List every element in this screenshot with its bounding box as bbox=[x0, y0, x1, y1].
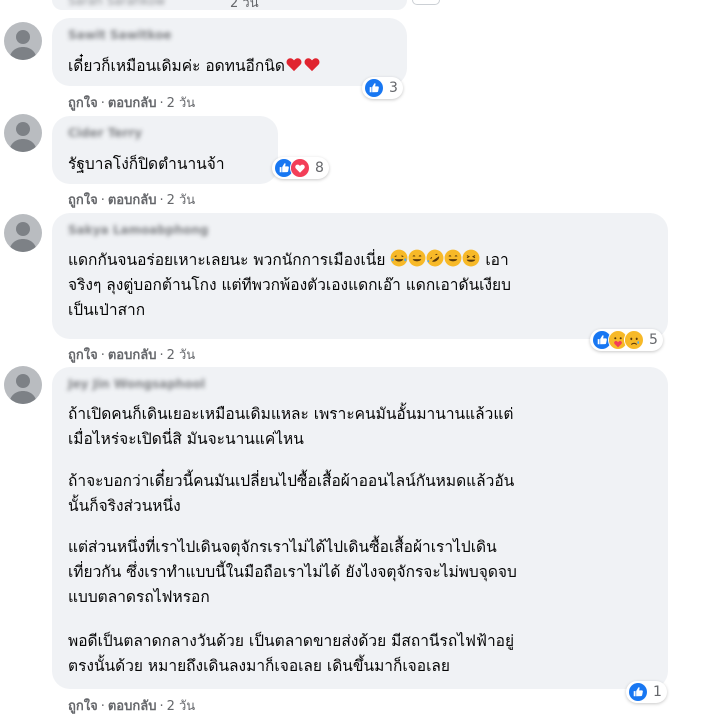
comment-text: รัฐบาลโง่ก็ปิดตำนานจ้า bbox=[68, 155, 225, 173]
comment-line: แบบตลาดรถไฟหรอก bbox=[68, 588, 210, 606]
comment-paragraph: ถ้าเปิดคนก็เดินเยอะเหมือนเดิมแหละ เพราะค… bbox=[68, 402, 656, 452]
comment-text: แดกกันจนอร่อยเหาะเลยนะ พวกนักการเมืองเนี… bbox=[68, 248, 656, 323]
comment-line: แดกกันจนอร่อยเหาะเลยนะ พวกนักการเมืองเนี… bbox=[68, 251, 386, 269]
comment-line: พอดีเป็นตลาดกลางวันด้วย เป็นตลาดขายส่งด้… bbox=[68, 632, 515, 650]
reaction-summary[interactable]: 8 bbox=[272, 157, 329, 179]
laughing-crying-icon bbox=[390, 249, 408, 267]
comment-actions: ถูกใจ · ตอบกลับ · 2 วัน bbox=[68, 699, 196, 714]
reaction-count: 3 bbox=[389, 80, 398, 96]
comment-line: ถ้าเปิดคนก็เดินเยอะเหมือนเดิมแหละ เพราะค… bbox=[68, 405, 514, 423]
comment-paragraph: ถ้าจะบอกว่าเดี๋ยวนี้คนมันเปลี่ยนไปซื้อเส… bbox=[68, 469, 656, 519]
timestamp[interactable]: 2 วัน bbox=[167, 348, 196, 363]
like-link[interactable]: ถูกใจ bbox=[68, 699, 98, 714]
comment-line: ตรงนั้นด้วย หมายถึงเดินลงมาก็เจอเลย เดิน… bbox=[68, 657, 450, 675]
reply-link[interactable]: ตอบกลับ bbox=[108, 193, 157, 208]
like-link[interactable]: ถูกใจ bbox=[68, 96, 98, 111]
love-reaction-icon bbox=[290, 158, 310, 178]
comment-bubble: Sakya Lamoabphong แดกกันจนอร่อยเหาะเลยนะ… bbox=[52, 213, 668, 339]
comment-author[interactable]: Sawit Sawitkoe bbox=[68, 28, 172, 42]
avatar[interactable] bbox=[4, 366, 42, 404]
reaction-count: 5 bbox=[649, 332, 658, 348]
like-link[interactable]: ถูกใจ bbox=[68, 193, 98, 208]
like-link[interactable]: ถูกใจ bbox=[68, 348, 98, 363]
avatar[interactable] bbox=[4, 22, 42, 60]
red-heart-icon bbox=[285, 55, 303, 73]
comment-line: ถ้าจะบอกว่าเดี๋ยวนี้คนมันเปลี่ยนไปซื้อเส… bbox=[68, 472, 515, 490]
like-reaction-icon bbox=[628, 682, 648, 702]
comment-bubble: Sawit Sawitkoe เดี๋ยวก็เหมือนเดิมค่ะ อดท… bbox=[52, 18, 407, 86]
reaction-summary[interactable]: 1 bbox=[626, 681, 667, 703]
comment-line: จริงๆ ลุงตู่บอกต้านโกง แต่ทีพวกพ้องตัวเอ… bbox=[68, 276, 511, 294]
comment-line: แต่ส่วนหนึ่งที่เราไปเดินจตุจักรเราไม่ได้… bbox=[68, 538, 497, 556]
timestamp[interactable]: 2 วัน bbox=[167, 699, 196, 714]
comment-author[interactable]: Jey Jin Wongsaphool bbox=[68, 377, 205, 391]
sad-reaction-icon bbox=[624, 330, 644, 350]
comment-line: นั้นก็จริงส่วนหนึ่ง bbox=[68, 497, 181, 515]
like-reaction-icon bbox=[364, 78, 384, 98]
comment-line: เป็นเป่าสาก bbox=[68, 301, 146, 319]
avatar[interactable] bbox=[4, 214, 42, 252]
reaction-count: 8 bbox=[315, 160, 324, 176]
avatar[interactable] bbox=[4, 114, 42, 152]
reaction-count: 1 bbox=[653, 684, 662, 700]
reply-link[interactable]: ตอบกลับ bbox=[108, 699, 157, 714]
comment-line: เที่ยวกัน ซึ่งเราทำแบบนี้ในมือถือเราไม่ไ… bbox=[68, 563, 517, 581]
comment-paragraph: แต่ส่วนหนึ่งที่เราไปเดินจตุจักรเราไม่ได้… bbox=[68, 535, 656, 610]
comment-actions: ถูกใจ · ตอบกลับ · 2 วัน bbox=[68, 348, 196, 363]
comment-author[interactable]: Cider Terry bbox=[68, 126, 142, 140]
grinning-icon bbox=[444, 249, 462, 267]
rofl-icon bbox=[426, 249, 444, 267]
comment-text: เดี๋ยวก็เหมือนเดิมค่ะ อดทนอีกนิด bbox=[68, 54, 395, 79]
reply-link[interactable]: ตอบกลับ bbox=[108, 96, 157, 111]
comment-line: เอา bbox=[485, 251, 509, 269]
previous-reaction-pill[interactable] bbox=[412, 0, 440, 5]
previous-comment-author: Sarah Sarahkow bbox=[68, 0, 166, 8]
reaction-summary[interactable]: 3 bbox=[362, 77, 403, 99]
reply-link[interactable]: ตอบกลับ bbox=[108, 348, 157, 363]
comment-actions: ถูกใจ · ตอบกลับ · 2 วัน bbox=[68, 96, 196, 111]
comment-actions: ถูกใจ · ตอบกลับ · 2 วัน bbox=[68, 193, 196, 208]
laughing-icon bbox=[462, 249, 480, 267]
red-heart-icon bbox=[303, 55, 321, 73]
timestamp[interactable]: 2 วัน bbox=[167, 193, 196, 208]
comment-bubble: Cider Terry รัฐบาลโง่ก็ปิดตำนานจ้า bbox=[52, 116, 278, 184]
comment-bubble: Jey Jin Wongsaphool ถ้าเปิดคนก็เดินเยอะเ… bbox=[52, 367, 668, 689]
comment-author[interactable]: Sakya Lamoabphong bbox=[68, 223, 209, 237]
comment-text-content: เดี๋ยวก็เหมือนเดิมค่ะ อดทนอีกนิด bbox=[68, 57, 285, 75]
previous-time: 2 วัน bbox=[230, 0, 259, 11]
comment-paragraph: พอดีเป็นตลาดกลางวันด้วย เป็นตลาดขายส่งด้… bbox=[68, 629, 656, 679]
previous-comment-actions: 2 วัน bbox=[230, 0, 259, 13]
reaction-summary[interactable]: 5 bbox=[590, 329, 663, 351]
comment-line: เมื่อไหร่จะเปิดนี่สิ มันจะนานแค่ไหน bbox=[68, 430, 304, 448]
grinning-icon bbox=[408, 249, 426, 267]
timestamp[interactable]: 2 วัน bbox=[167, 96, 196, 111]
